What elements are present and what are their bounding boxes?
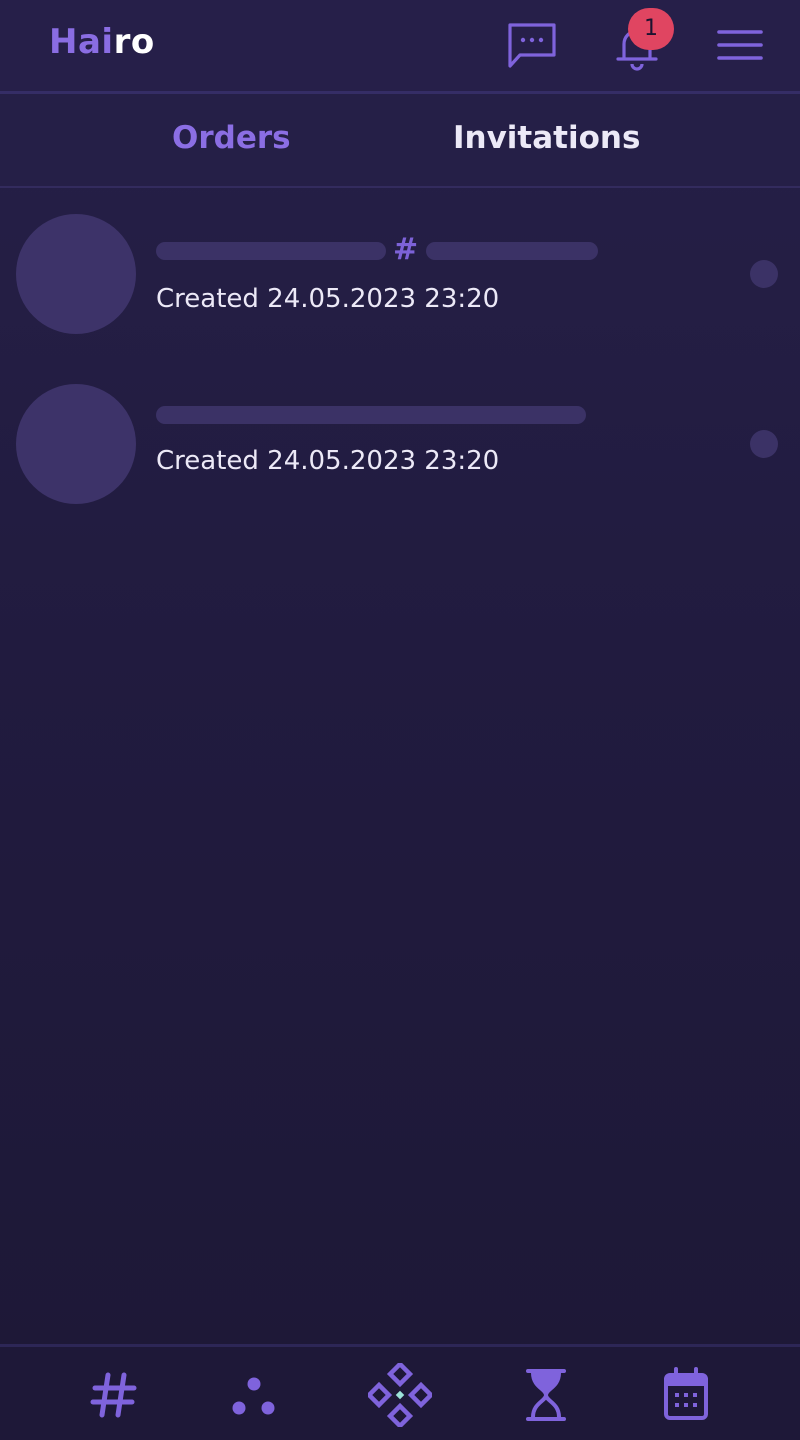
three-dots-icon[interactable]: [224, 1365, 284, 1425]
hamburger-menu-icon[interactable]: [716, 27, 764, 63]
list-item[interactable]: Created 24.05.2023 23:20: [0, 368, 800, 518]
notification-badge: 1: [628, 8, 674, 50]
calendar-icon[interactable]: [656, 1365, 716, 1425]
app-logo[interactable]: Hai ro: [49, 22, 155, 62]
tab-orders[interactable]: Orders: [172, 120, 291, 156]
created-date: Created 24.05.2023 23:20: [156, 284, 500, 314]
status-dot: [750, 260, 778, 288]
top-app-bar: Hai ro 1: [0, 0, 800, 94]
tab-invitations[interactable]: Invitations: [453, 120, 640, 156]
list-item[interactable]: # Created 24.05.2023 23:20: [0, 198, 800, 348]
avatar-placeholder: [16, 214, 136, 334]
title-skeleton: [156, 242, 386, 260]
status-dot: [750, 430, 778, 458]
logo-text-part2: ro: [113, 22, 155, 62]
bottom-navigation: [0, 1344, 800, 1440]
created-date: Created 24.05.2023 23:20: [156, 446, 500, 476]
diamond-grid-icon[interactable]: [368, 1363, 432, 1427]
title-skeleton: [156, 406, 586, 424]
logo-text-part1: Hai: [49, 22, 114, 62]
tab-bar: Orders Invitations: [0, 94, 800, 188]
chat-bubble-icon[interactable]: [506, 21, 558, 69]
avatar-placeholder: [16, 384, 136, 504]
hash-separator: #: [393, 232, 419, 267]
subtitle-skeleton: [426, 242, 598, 260]
hashtag-icon[interactable]: [84, 1365, 144, 1425]
hourglass-icon[interactable]: [516, 1365, 576, 1425]
